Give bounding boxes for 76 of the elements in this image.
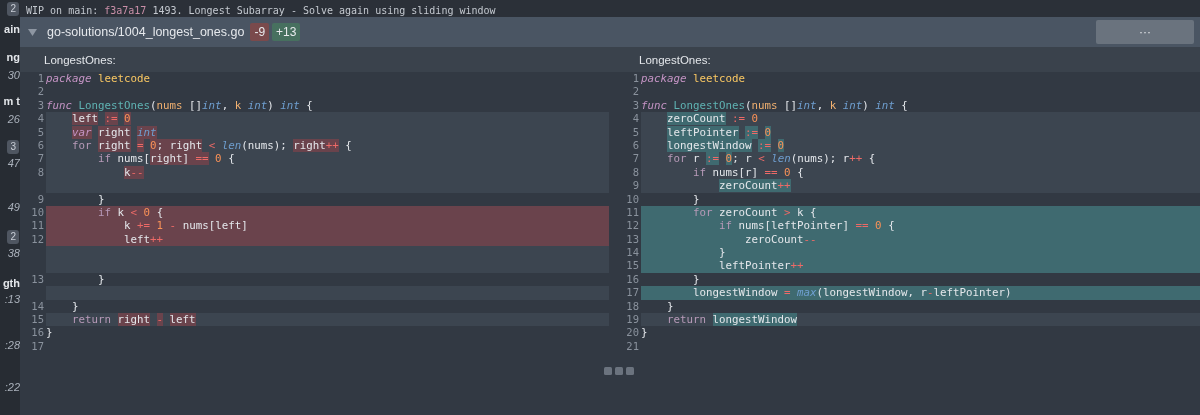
file-path: go-solutions/1004_longest_ones.go <box>47 25 245 39</box>
commit-message: 1493. Longest Subarray - Solve again using sliding window <box>152 4 496 17</box>
code-line: } <box>71 299 80 314</box>
line-number: 12 <box>625 219 640 233</box>
line-number: 11 <box>625 205 640 220</box>
time-label: :22 <box>4 380 20 394</box>
line-number: 14 <box>30 299 45 314</box>
drag-handle-icon[interactable] <box>603 367 634 376</box>
line-number: 11 <box>30 219 45 233</box>
line-number: 15 <box>30 313 45 327</box>
line-number: 17 <box>625 286 640 300</box>
line-number: 5 <box>631 125 640 139</box>
code-line: package leetcode <box>641 72 747 86</box>
time-label: 38 <box>7 246 20 260</box>
time-label: 47 <box>7 156 20 170</box>
line-number: 16 <box>30 326 45 340</box>
code-line: } <box>641 326 649 340</box>
line-number: 2 <box>36 85 45 99</box>
line-number: 10 <box>625 192 640 206</box>
code-line: } <box>46 326 54 340</box>
line-number: 6 <box>36 138 45 153</box>
count-badge: 3 <box>7 140 19 154</box>
code-line: func LongestOnes(nums []int, k int) int { <box>46 98 314 113</box>
line-number: 8 <box>631 165 640 180</box>
count-badge: 2 <box>7 230 19 244</box>
line-number: 4 <box>36 112 45 126</box>
line-number: 20 <box>625 326 640 340</box>
additions-count: +13 <box>272 23 301 41</box>
function-title: LongestOnes: <box>44 53 116 66</box>
line-number: 8 <box>36 165 45 180</box>
line-number: 5 <box>36 125 45 139</box>
sidebar-label: gth <box>2 276 20 290</box>
line-number: 7 <box>36 152 45 166</box>
code-line: } <box>692 272 701 287</box>
line-number: 9 <box>631 179 640 193</box>
commit-branch: WIP on main: <box>26 4 99 17</box>
count-badge: 2 <box>7 2 19 16</box>
code-line: } <box>666 299 675 314</box>
line-number: 14 <box>625 246 640 260</box>
line-number: 9 <box>36 192 45 206</box>
function-title: LongestOnes: <box>639 53 711 66</box>
line-number: 13 <box>30 272 45 287</box>
time-label: :13 <box>4 292 20 306</box>
time-label: :28 <box>4 338 20 352</box>
time-label: 26 <box>7 112 20 126</box>
line-number: 2 <box>631 85 640 99</box>
line-number: 1 <box>36 72 45 86</box>
sidebar-label: ain <box>4 22 20 36</box>
line-number: 3 <box>631 98 640 113</box>
time-label: 49 <box>7 200 20 214</box>
line-number: 10 <box>30 205 45 220</box>
caret-icon[interactable] <box>28 28 37 36</box>
line-number: 21 <box>625 339 640 354</box>
line-number: 7 <box>631 152 640 166</box>
code-line: } <box>97 192 106 206</box>
code-line: package leetcode <box>46 72 152 86</box>
code-line: func LongestOnes(nums []int, k int) int { <box>641 98 909 113</box>
line-number: 13 <box>625 232 640 247</box>
deletions-count: -9 <box>250 23 270 41</box>
more-button[interactable]: ··· <box>1096 20 1194 44</box>
line-number: 15 <box>625 259 640 273</box>
line-number: 1 <box>631 72 640 86</box>
line-number: 17 <box>30 339 45 354</box>
sidebar-label: m t <box>3 94 20 108</box>
line-number: 3 <box>36 98 45 113</box>
line-number: 16 <box>625 272 640 287</box>
code-line: } <box>97 272 106 287</box>
time-label: 30 <box>7 68 20 82</box>
line-number: 18 <box>625 299 640 314</box>
sidebar-label: ng <box>6 50 20 64</box>
line-number: 12 <box>30 232 45 247</box>
commit-hash: f3a7a17 <box>104 4 147 17</box>
line-number: 4 <box>631 112 640 126</box>
line-number: 19 <box>625 313 640 327</box>
line-number: 6 <box>631 138 640 153</box>
code-line: } <box>692 192 701 206</box>
